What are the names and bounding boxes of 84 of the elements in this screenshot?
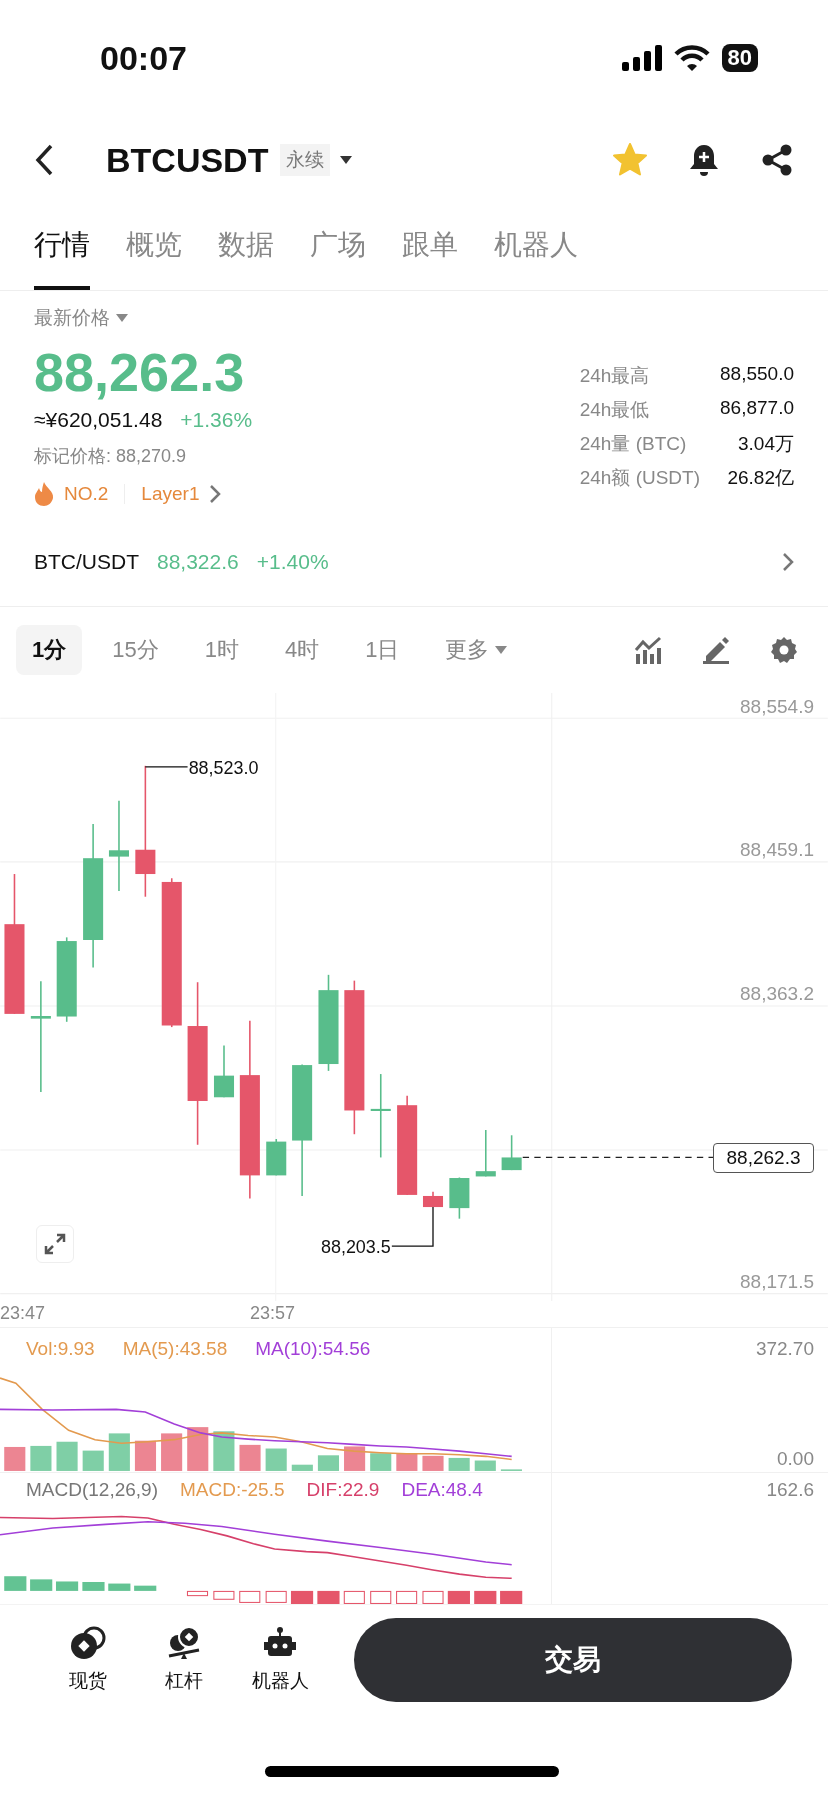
tab[interactable]: 跟单 [402, 204, 458, 290]
candlestick [501, 1134, 522, 1172]
battery-indicator: 80 [721, 44, 758, 72]
price-axis-label: 88,171.5 [740, 1271, 814, 1294]
tab[interactable]: 数据 [218, 204, 274, 290]
contract-tag: 永续 [280, 144, 331, 176]
flame-icon [34, 482, 54, 507]
back-icon[interactable] [34, 143, 54, 177]
settings-icon[interactable] [770, 636, 798, 665]
leader-line [391, 1206, 434, 1248]
rank-tag[interactable]: NO.2 [64, 483, 109, 506]
price-axis-label: 88,554.9 [740, 696, 814, 719]
bell-add-icon[interactable] [688, 143, 720, 177]
candlestick [213, 1045, 235, 1099]
volume-legend: Vol:9.93 [26, 1338, 95, 1361]
interval-tab[interactable]: 更多 [429, 625, 524, 676]
chevron-right-icon[interactable] [209, 484, 222, 505]
price-axis-label: 88,459.1 [740, 839, 814, 862]
mark-price: 标记价格: 88,270.9 [34, 445, 188, 469]
stat-value: 26.82亿 [726, 466, 794, 490]
stat-label: 24h额 (USDT) [579, 466, 701, 490]
volume-legend: MA(5):43.58 [122, 1338, 228, 1361]
price-change: +1.36% [180, 408, 253, 433]
high-price-label: 88,523.0 [188, 758, 259, 779]
coins-icon [70, 1626, 106, 1661]
interval-tab[interactable]: 1时 [188, 625, 255, 676]
tab[interactable]: 广场 [310, 204, 366, 290]
stat-value: 86,877.0 [720, 397, 794, 420]
macd-legend: MACD:-25.5 [180, 1479, 285, 1502]
symbol-title: BTCUSDT [106, 140, 269, 180]
tab[interactable]: 行情 [34, 204, 90, 290]
candlestick [422, 1191, 444, 1209]
spot-price: 88,322.6 [157, 550, 239, 575]
low-price-label: 88,203.5 [320, 1237, 391, 1258]
tab[interactable]: 概览 [126, 204, 182, 290]
status-time: 00:07 [100, 38, 188, 78]
price-type-label[interactable]: 最新价格 [34, 305, 110, 331]
leader-line [144, 766, 189, 768]
indicator-icon[interactable] [634, 636, 662, 665]
stat-value: 3.04万 [737, 432, 794, 456]
macd-legend: MACD(12,26,9) [26, 1479, 158, 1502]
stat-label: 24h最高 [579, 364, 651, 388]
caret-icon [495, 646, 508, 655]
candlestick [449, 1177, 470, 1220]
trade-button[interactable]: 交易 [354, 1618, 792, 1703]
volume-legend: MA(10):54.56 [255, 1338, 371, 1361]
cny-value: ≈¥620,051.48 [34, 408, 163, 433]
spot-pair[interactable]: BTC/USDT [34, 550, 139, 575]
interval-tab[interactable]: 1日 [349, 625, 416, 676]
sector-tag[interactable]: Layer1 [141, 483, 200, 506]
last-price: 88,262.3 [34, 343, 246, 403]
shortcut-button[interactable]: 杠杆 [136, 1626, 232, 1695]
pencil-icon[interactable] [702, 636, 730, 665]
signal-icon [621, 45, 662, 71]
spot-change: +1.40% [256, 550, 329, 575]
expand-icon [44, 1233, 66, 1256]
stat-label: 24h最低 [579, 398, 651, 422]
candlestick [475, 1129, 496, 1178]
interval-tab[interactable]: 4时 [269, 625, 336, 676]
wifi-icon [673, 45, 710, 71]
current-price-label: 88,262.3 [713, 1143, 814, 1174]
macd-legend: DEA:48.4 [401, 1479, 483, 1502]
time-axis-label: 23:57 [250, 1303, 296, 1325]
tab[interactable]: 机器人 [494, 204, 578, 290]
caret-icon [116, 314, 128, 322]
shortcut-button[interactable]: 现货 [40, 1626, 136, 1695]
candlestick [266, 1138, 287, 1177]
share-icon[interactable] [760, 143, 794, 177]
star-icon[interactable] [612, 143, 648, 177]
coins-on-seesaw-icon [166, 1626, 202, 1661]
volume-axis-label: 372.70 [755, 1338, 814, 1361]
macd-axis-label: 162.6 [766, 1479, 814, 1502]
macd-legend: DIF:22.9 [306, 1479, 380, 1502]
price-axis-label: 88,363.2 [740, 983, 814, 1006]
time-axis-label: 23:47 [0, 1303, 46, 1325]
shortcut-button[interactable]: 机器人 [232, 1626, 328, 1695]
interval-tab[interactable]: 1分 [16, 625, 83, 676]
interval-tab[interactable]: 15分 [96, 625, 175, 676]
chevron-right-icon[interactable] [782, 552, 794, 573]
volume-axis-label: 0.00 [777, 1448, 814, 1471]
stat-value: 88,550.0 [720, 363, 794, 386]
caret-icon [340, 156, 353, 164]
stat-label: 24h量 (BTC) [579, 432, 688, 456]
fullscreen-button[interactable] [36, 1225, 74, 1264]
